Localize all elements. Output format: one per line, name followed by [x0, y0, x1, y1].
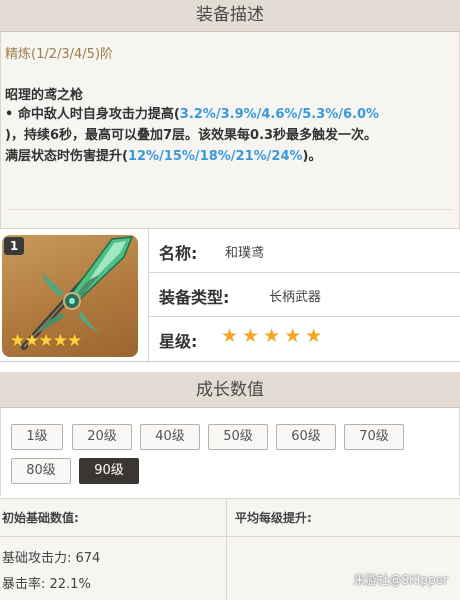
- type-row: 装备类型: 长柄武器: [149, 273, 460, 317]
- rarity-label: 星级:: [159, 332, 198, 351]
- type-value: 长柄武器: [269, 290, 322, 305]
- name-value: 和璞鸢: [225, 246, 265, 261]
- name-row: 名称: 和璞鸢: [149, 229, 460, 273]
- level-button-60级[interactable]: 60级: [276, 424, 336, 450]
- growth-stats-header: 平均每级提升:: [226, 499, 460, 537]
- skill-name: 昭理的鸢之枪: [5, 88, 84, 103]
- divider: [7, 209, 453, 210]
- watermark: 米游社@SKIpper: [353, 573, 448, 587]
- level-button-40级[interactable]: 40级: [140, 424, 200, 450]
- section-header-equipment-description: 装备描述: [0, 0, 460, 32]
- skill-line2-text: )，持续6秒，最高可以叠加7层。该效果每0.3秒最多触发一次。: [5, 128, 378, 143]
- level-button-20级[interactable]: 20级: [72, 424, 132, 450]
- growth-stats-cell: [226, 537, 460, 600]
- base-attack-value: 基础攻击力: 674: [2, 551, 101, 566]
- rarity-stars: ★★★★★: [221, 325, 327, 347]
- level-button-80级[interactable]: 80级: [11, 458, 71, 484]
- level-button-70级[interactable]: 70级: [344, 424, 404, 450]
- description-panel: 精炼(1/2/3/4/5)阶 昭理的鸢之枪 • 命中敌人时自身攻击力提高(3.2…: [0, 32, 460, 228]
- type-label: 装备类型:: [159, 288, 230, 307]
- level-button-90级[interactable]: 90级: [79, 458, 139, 484]
- level-selector: 1级 20级 40级 50级 60级 70级 80级 90级: [0, 408, 460, 496]
- skill-dmg-values: 12%/15%/18%/21%/24%: [127, 149, 303, 164]
- skill-line3-end: )。: [302, 149, 322, 164]
- stats-table: 初始基础数值: 平均每级提升: 基础攻击力: 674 暴击率: 22.1% 米游…: [0, 498, 460, 600]
- level-button-1级[interactable]: 1级: [11, 424, 63, 450]
- section-header-growth-values: 成长数值: [0, 372, 460, 408]
- card-rarity-stars: ★★★★★: [10, 331, 82, 351]
- skill-description: • 命中敌人时自身攻击力提高(3.2%/3.9%/4.6%/5.3%/6.0% …: [5, 104, 455, 167]
- refine-levels-text: 精炼(1/2/3/4/5)阶: [5, 47, 114, 62]
- skill-line1-text: • 命中敌人时自身攻击力提高(: [5, 107, 180, 122]
- refine-badge: 1: [4, 237, 24, 255]
- crit-rate-value: 暴击率: 22.1%: [2, 577, 91, 592]
- weapon-card: 1 ★★★★★: [2, 235, 138, 357]
- skill-atk-values: 3.2%/3.9%/4.6%/5.3%/6.0%: [179, 107, 380, 122]
- weapon-attributes: 名称: 和璞鸢 装备类型: 长柄武器 星级: ★★★★★: [148, 229, 460, 363]
- skill-line3-text: 满层状态时伤害提升(: [5, 149, 128, 164]
- name-label: 名称:: [159, 244, 198, 263]
- level-button-50级[interactable]: 50级: [208, 424, 268, 450]
- rarity-row: 星级: ★★★★★: [149, 317, 460, 361]
- weapon-info-panel: 1 ★★★★★ 名称: 和璞鸢 装备类型: 长柄武器 星级: ★★★★★: [0, 228, 460, 363]
- base-stats-header: 初始基础数值:: [0, 499, 226, 537]
